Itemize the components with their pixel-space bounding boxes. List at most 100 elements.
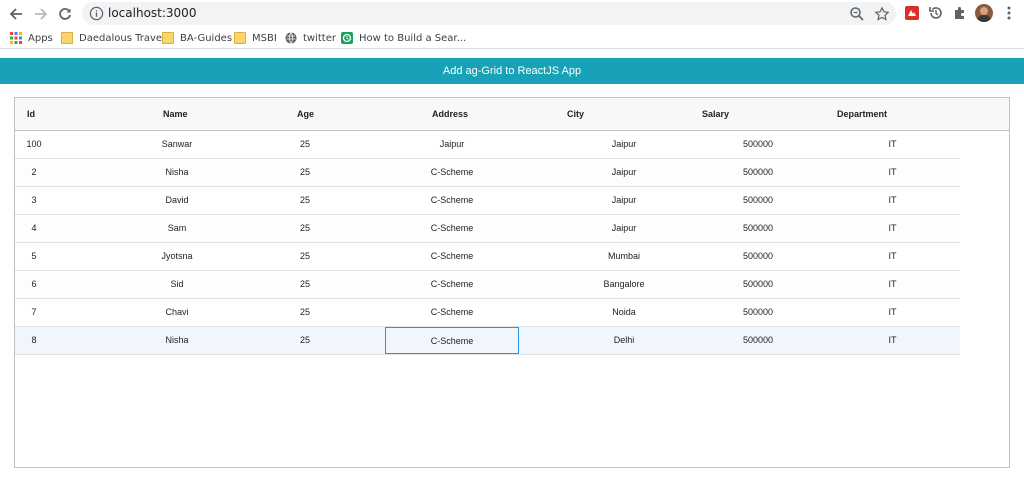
bookmark-ba-guides[interactable]: BA-Guides <box>162 30 232 46</box>
cell-city[interactable]: Noida <box>540 299 708 326</box>
table-row[interactable]: 3 David 25 C-Scheme Jaipur 500000 IT <box>15 187 960 215</box>
cell-id[interactable]: 8 <box>15 327 53 354</box>
table-row[interactable]: 4 Sam 25 C-Scheme Jaipur 500000 IT <box>15 215 960 243</box>
cell-address[interactable]: C-Scheme <box>385 215 519 242</box>
cell-city[interactable]: Bangalore <box>540 271 708 298</box>
cell-city[interactable]: Mumbai <box>540 243 708 270</box>
bookmark-apps[interactable]: Apps <box>10 30 53 46</box>
cell-name[interactable]: Jyotsna <box>115 243 239 270</box>
column-header-city[interactable]: City <box>567 98 584 131</box>
bookmark-how-to-build[interactable]: How to Build a Sear... <box>341 30 466 46</box>
profile-avatar[interactable] <box>975 4 993 22</box>
cell-salary[interactable]: 500000 <box>685 215 831 242</box>
cell-salary[interactable]: 500000 <box>685 327 831 354</box>
cell-department[interactable]: IT <box>825 187 960 214</box>
cell-address[interactable]: C-Scheme <box>385 271 519 298</box>
cell-id[interactable]: 7 <box>15 299 53 326</box>
cell-department[interactable]: IT <box>825 299 960 326</box>
bookmark-label: BA-Guides <box>180 32 233 44</box>
cell-name[interactable]: Sanwar <box>115 131 239 158</box>
cell-age[interactable]: 25 <box>265 327 345 354</box>
cell-department[interactable]: IT <box>825 243 960 270</box>
cell-name[interactable]: Nisha <box>115 327 239 354</box>
info-icon[interactable] <box>89 6 104 21</box>
table-row[interactable]: 7 Chavi 25 C-Scheme Noida 500000 IT <box>15 299 960 327</box>
column-header-id[interactable]: Id <box>27 98 35 131</box>
cell-salary[interactable]: 500000 <box>685 131 831 158</box>
cell-address[interactable]: Jaipur <box>385 131 519 158</box>
history-icon[interactable] <box>928 5 944 21</box>
cell-salary[interactable]: 500000 <box>685 243 831 270</box>
apps-grid-icon <box>10 32 22 44</box>
cell-salary[interactable]: 500000 <box>685 187 831 214</box>
bookmark-label: Apps <box>28 32 53 44</box>
cell-salary[interactable]: 500000 <box>685 271 831 298</box>
bookmark-twitter[interactable]: twitter <box>285 30 336 46</box>
cell-age[interactable]: 25 <box>265 299 345 326</box>
cell-salary[interactable]: 500000 <box>685 159 831 186</box>
column-header-salary[interactable]: Salary <box>702 98 729 131</box>
cell-id[interactable]: 2 <box>15 159 53 186</box>
forward-button[interactable] <box>31 4 51 24</box>
cell-salary[interactable]: 500000 <box>685 299 831 326</box>
cell-address[interactable]: C-Scheme <box>385 159 519 186</box>
cell-department[interactable]: IT <box>825 131 960 158</box>
cell-id[interactable]: 3 <box>15 187 53 214</box>
bookmark-msbi[interactable]: MSBI <box>234 30 277 46</box>
cell-id[interactable]: 5 <box>15 243 53 270</box>
bookmark-daedalous-travels[interactable]: Daedalous Travels <box>61 30 170 46</box>
cell-city[interactable]: Jaipur <box>540 215 708 242</box>
table-row[interactable]: 8 Nisha 25 C-Scheme Delhi 500000 IT <box>15 327 960 355</box>
cell-address[interactable]: C-Scheme <box>385 299 519 326</box>
app-title: Add ag-Grid to ReactJS App <box>442 65 582 77</box>
extensions-puzzle-icon[interactable] <box>952 5 968 21</box>
cell-name[interactable]: David <box>115 187 239 214</box>
cell-id[interactable]: 6 <box>15 271 53 298</box>
column-header-department[interactable]: Department <box>837 98 887 131</box>
column-header-name[interactable]: Name <box>163 98 188 131</box>
extension-pdf-icon[interactable] <box>904 5 920 21</box>
bookmark-label: Daedalous Travels <box>79 32 171 44</box>
cell-id[interactable]: 100 <box>15 131 53 158</box>
cell-address[interactable]: C-Scheme <box>385 327 519 354</box>
cell-city[interactable]: Jaipur <box>540 159 708 186</box>
bookmark-label: twitter <box>303 32 336 44</box>
folder-icon <box>234 32 246 44</box>
cell-city[interactable]: Jaipur <box>540 187 708 214</box>
cell-department[interactable]: IT <box>825 271 960 298</box>
cell-address[interactable]: C-Scheme <box>385 243 519 270</box>
table-row[interactable]: 2 Nisha 25 C-Scheme Jaipur 500000 IT <box>15 159 960 187</box>
table-row[interactable]: 6 Sid 25 C-Scheme Bangalore 500000 IT <box>15 271 960 299</box>
column-header-address[interactable]: Address <box>432 98 468 131</box>
cell-department[interactable]: IT <box>825 327 960 354</box>
app-title-bar: Add ag-Grid to ReactJS App <box>0 58 1024 84</box>
cell-name[interactable]: Sid <box>115 271 239 298</box>
cell-department[interactable]: IT <box>825 215 960 242</box>
cell-city[interactable]: Delhi <box>540 327 708 354</box>
address-bar[interactable]: localhost:3000 <box>82 2 896 25</box>
reload-button[interactable] <box>55 4 75 24</box>
cell-age[interactable]: 25 <box>265 215 345 242</box>
cell-name[interactable]: Sam <box>115 215 239 242</box>
cell-age[interactable]: 25 <box>265 187 345 214</box>
cell-name[interactable]: Nisha <box>115 159 239 186</box>
table-row[interactable]: 100 Sanwar 25 Jaipur Jaipur 500000 IT <box>15 131 960 159</box>
cell-address[interactable]: C-Scheme <box>385 187 519 214</box>
bookmarks-bar: Apps Daedalous Travels BA-Guides MSBI tw… <box>0 27 1024 49</box>
bookmark-star-icon[interactable] <box>874 6 890 22</box>
browser-menu-icon[interactable] <box>1001 5 1017 21</box>
cell-age[interactable]: 25 <box>265 131 345 158</box>
forward-arrow-icon <box>35 8 48 20</box>
cell-city[interactable]: Jaipur <box>540 131 708 158</box>
zoom-icon[interactable] <box>849 6 865 22</box>
back-button[interactable] <box>6 4 26 24</box>
cell-department[interactable]: IT <box>825 159 960 186</box>
cell-age[interactable]: 25 <box>265 243 345 270</box>
table-row[interactable]: 5 Jyotsna 25 C-Scheme Mumbai 500000 IT <box>15 243 960 271</box>
bookmark-label: MSBI <box>252 32 277 44</box>
cell-age[interactable]: 25 <box>265 271 345 298</box>
cell-age[interactable]: 25 <box>265 159 345 186</box>
cell-name[interactable]: Chavi <box>115 299 239 326</box>
column-header-age[interactable]: Age <box>297 98 314 131</box>
cell-id[interactable]: 4 <box>15 215 53 242</box>
